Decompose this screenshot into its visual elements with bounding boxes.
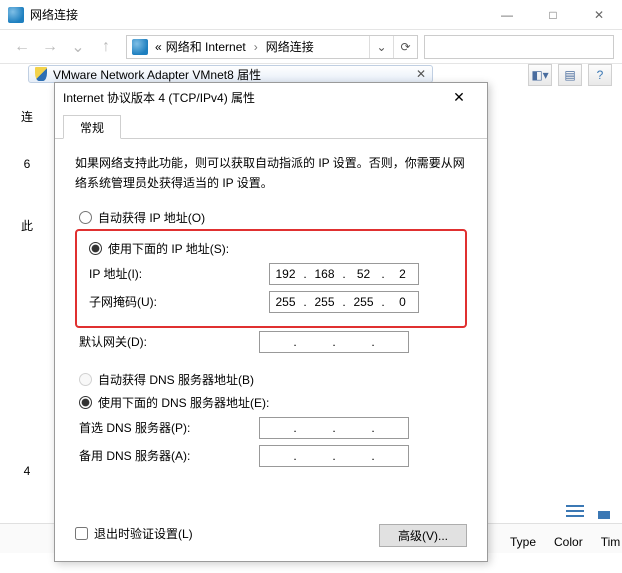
column-color[interactable]: Color — [554, 535, 583, 549]
ip-address-input[interactable]: 192. 168. 52. 2 — [269, 263, 419, 285]
adapter-name: VMware Network Adapter VMnet8 届性 — [53, 66, 261, 83]
icons-view-icon[interactable] — [592, 505, 610, 519]
left-panel: 连 6 此 4 — [0, 100, 54, 573]
ipv4-properties-dialog: Internet 协议版本 4 (TCP/IPv4) 属性 ✕ 常规 如果网络支… — [54, 82, 488, 562]
radio-use-dns[interactable]: 使用下面的 DNS 服务器地址(E): — [75, 391, 467, 414]
breadcrumb-item[interactable]: 网络连接 — [264, 38, 316, 55]
close-button[interactable]: ✕ — [576, 0, 622, 29]
chevron-right-icon: › — [248, 40, 264, 54]
parent-window-titlebar: 网络连接 — □ ✕ — [0, 0, 622, 30]
forward-button[interactable]: → — [36, 33, 64, 61]
details-view-icon[interactable] — [566, 505, 584, 519]
dialog-titlebar: Internet 协议版本 4 (TCP/IPv4) 属性 ✕ — [55, 83, 487, 111]
parent-window-title: 网络连接 — [30, 6, 484, 23]
description-text: 如果网络支持此功能，则可以获取自动指派的 IP 设置。否则，你需要从网络系统管理… — [75, 153, 467, 194]
gateway-input[interactable]: . . . — [259, 331, 409, 353]
dns2-input[interactable]: . . . — [259, 445, 409, 467]
minimize-button[interactable]: — — [484, 0, 530, 29]
refresh-button[interactable]: ⟳ — [393, 36, 417, 58]
dns1-field: 首选 DNS 服务器(P): . . . — [75, 414, 467, 442]
validate-checkbox-input[interactable] — [75, 527, 88, 540]
window-buttons: — □ ✕ — [484, 0, 622, 29]
search-input[interactable] — [424, 35, 614, 59]
breadcrumb-chev: « — [153, 40, 164, 54]
tab-row: 常规 — [55, 111, 487, 139]
network-icon — [8, 7, 24, 23]
column-type[interactable]: Type — [510, 535, 536, 549]
radio-auto-dns-input — [79, 373, 92, 386]
breadcrumb-path[interactable]: « 网络和 Internet › 网络连接 ⌄ ⟳ — [126, 35, 418, 59]
dialog-title: Internet 协议版本 4 (TCP/IPv4) 属性 — [63, 89, 439, 106]
address-bar: ← → ⌄ ↑ « 网络和 Internet › 网络连接 ⌄ ⟳ — [0, 30, 622, 64]
radio-auto-ip[interactable]: 自动获得 IP 地址(O) — [75, 206, 467, 229]
recent-dropdown[interactable]: ⌄ — [64, 33, 92, 61]
radio-use-dns-input[interactable] — [79, 396, 92, 409]
list-columns: Type Color Tim — [510, 531, 620, 553]
path-dropdown[interactable]: ⌄ — [369, 36, 393, 58]
up-button[interactable]: ↑ — [92, 33, 120, 61]
radio-auto-ip-input[interactable] — [79, 211, 92, 224]
adapter-properties-bar: VMware Network Adapter VMnet8 届性 ✕ — [28, 65, 433, 83]
back-button[interactable]: ← — [8, 33, 36, 61]
dns1-input[interactable]: . . . — [259, 417, 409, 439]
validate-checkbox[interactable]: 退出时验证设置(L) — [75, 525, 193, 542]
subnet-mask-input[interactable]: 255. 255. 255. 0 — [269, 291, 419, 313]
subnet-mask-field: 子网掩码(U): 255. 255. 255. 0 — [85, 288, 457, 316]
ip-address-field: IP 地址(I): 192. 168. 52. 2 — [85, 260, 457, 288]
radio-use-ip-input[interactable] — [89, 242, 102, 255]
column-time[interactable]: Tim — [601, 535, 621, 549]
close-icon[interactable]: ✕ — [416, 67, 426, 81]
radio-auto-dns: 自动获得 DNS 服务器地址(B) — [75, 368, 467, 391]
maximize-button[interactable]: □ — [530, 0, 576, 29]
dns2-field: 备用 DNS 服务器(A): . . . — [75, 442, 467, 470]
gateway-field: 默认网关(D): . . . — [75, 328, 467, 356]
network-icon — [132, 39, 148, 55]
ip-settings-highlight: 使用下面的 IP 地址(S): IP 地址(I): 192. 168. 52. … — [75, 229, 467, 328]
advanced-button[interactable]: 高级(V)... — [379, 524, 467, 547]
radio-use-ip[interactable]: 使用下面的 IP 地址(S): — [85, 237, 457, 260]
tab-general[interactable]: 常规 — [63, 115, 121, 139]
shield-icon — [35, 67, 47, 81]
dialog-close-button[interactable]: ✕ — [439, 83, 479, 111]
breadcrumb-item[interactable]: 网络和 Internet — [164, 38, 248, 55]
dialog-content: 如果网络支持此功能，则可以获取自动指派的 IP 设置。否则，你需要从网络系统管理… — [55, 139, 487, 561]
view-switch — [566, 505, 610, 519]
